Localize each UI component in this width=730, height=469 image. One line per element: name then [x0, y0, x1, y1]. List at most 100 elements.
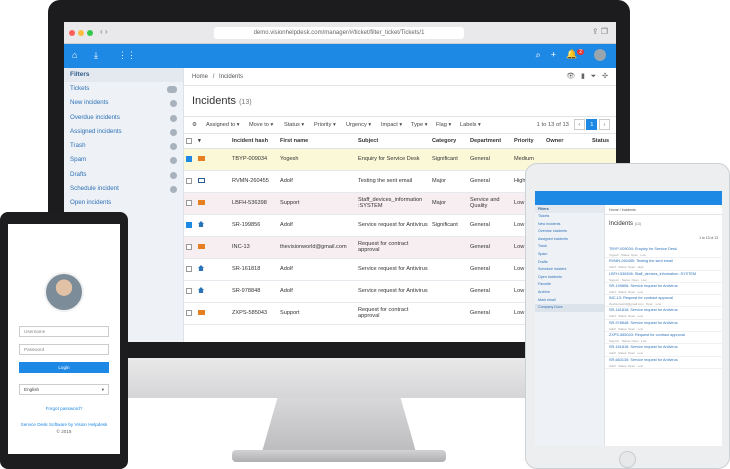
- incident-hash[interactable]: LBFH-536398: [230, 192, 278, 215]
- home-icon[interactable]: ⌂: [72, 50, 77, 60]
- incident-hash[interactable]: SR-161818: [230, 258, 278, 281]
- list-item[interactable]: ZXPS-585043: Request for contract approv…: [605, 332, 722, 345]
- tablet-sidebar-item[interactable]: Drafts: [535, 259, 604, 267]
- assigned-to-dropdown[interactable]: Assigned to ▾: [206, 122, 240, 128]
- user-avatar[interactable]: [594, 49, 606, 61]
- current-page-button[interactable]: 1: [586, 119, 598, 130]
- subject[interactable]: Service request for Antivirus: [356, 214, 430, 237]
- list-item[interactable]: INC-13: Request for contract approval the…: [605, 295, 722, 308]
- tablet-sidebar-item[interactable]: Mark email: [535, 297, 604, 305]
- subject[interactable]: Service request for Antivirus: [356, 258, 430, 281]
- row-checkbox[interactable]: [184, 302, 196, 325]
- sidebar-item-schedule-incident[interactable]: Schedule incident: [64, 182, 183, 196]
- incident-hash[interactable]: ZXPS-585043: [230, 302, 278, 325]
- impact-dropdown[interactable]: Impact ▾: [381, 122, 402, 128]
- move-to-dropdown[interactable]: Move to ▾: [249, 122, 273, 128]
- tablet-sidebar-item[interactable]: Overdue incidents: [535, 228, 604, 236]
- url-bar[interactable]: demo.visionhelpdesk.com/manager/#/ticket…: [214, 27, 464, 39]
- sort-icon[interactable]: ▾: [196, 134, 230, 149]
- list-item[interactable]: SR-161818: Service request for Antivirus…: [605, 344, 722, 357]
- tablet-sidebar-item[interactable]: Assigned incidents: [535, 236, 604, 244]
- sidebar-item-tickets[interactable]: Tickets: [64, 82, 183, 96]
- tablet-sidebar-item[interactable]: Trash: [535, 243, 604, 251]
- subject[interactable]: Request for contract approval: [356, 236, 430, 259]
- column-header[interactable]: First name: [278, 134, 356, 149]
- row-checkbox[interactable]: [184, 214, 196, 237]
- sidebar-item-overdue-incidents[interactable]: Overdue incidents: [64, 111, 183, 125]
- tablet-sidebar-item[interactable]: Company Docs: [535, 304, 604, 312]
- tablet-sidebar-item[interactable]: Open incidents: [535, 274, 604, 282]
- list-item[interactable]: LBFH-536398: Staff_devices_information :…: [605, 271, 722, 283]
- tablet-sidebar-item[interactable]: Schedule incident: [535, 266, 604, 274]
- language-select[interactable]: English ▾: [19, 384, 109, 395]
- column-header[interactable]: Priority: [512, 134, 544, 149]
- download-icon[interactable]: ⤓: [94, 50, 98, 61]
- subject[interactable]: Request for contract approval: [356, 302, 430, 325]
- row-checkbox[interactable]: [184, 236, 196, 259]
- subject[interactable]: Staff_devices_information :SYSTEM: [356, 192, 430, 215]
- minimize-window-button[interactable]: [78, 30, 84, 36]
- list-item[interactable]: SR-978848: Service request for Antivirus…: [605, 320, 722, 333]
- row-checkbox[interactable]: [184, 280, 196, 303]
- row-checkbox[interactable]: [184, 170, 196, 193]
- subject[interactable]: Enquiry for Service Desk: [356, 148, 430, 171]
- incident-hash[interactable]: SR-978848: [230, 280, 278, 303]
- grid-icon[interactable]: ⋮⋮: [118, 50, 136, 61]
- next-page-button[interactable]: ›: [599, 119, 610, 130]
- priority-dropdown[interactable]: Priority ▾: [314, 122, 336, 128]
- settings-icon[interactable]: ✣: [602, 73, 608, 80]
- column-header[interactable]: Department: [468, 134, 512, 149]
- sidebar-item-open-incidents[interactable]: Open incidents: [64, 196, 183, 210]
- breadcrumb-home-link[interactable]: Home: [192, 74, 208, 80]
- tablet-sidebar-item[interactable]: Archive: [535, 289, 604, 297]
- eye-icon[interactable]: 👁: [566, 73, 575, 80]
- settings-gear-icon[interactable]: ⚙: [192, 122, 197, 128]
- subject[interactable]: Testing the sent email: [356, 170, 430, 193]
- sidebar-item-new-incidents[interactable]: New incidents: [64, 96, 183, 110]
- sidebar-item-spam[interactable]: Spam: [64, 153, 183, 167]
- row-checkbox[interactable]: [184, 192, 196, 215]
- sidebar-item-drafts[interactable]: Drafts: [64, 168, 183, 182]
- sidebar-item-assigned-incidents[interactable]: Assigned incidents: [64, 125, 183, 139]
- incident-hash[interactable]: TBYP-009034: [230, 148, 278, 171]
- tablet-sidebar-item[interactable]: Favorite: [535, 281, 604, 289]
- tablet-sidebar-item[interactable]: New incidents: [535, 221, 604, 229]
- column-header[interactable]: Status: [590, 134, 616, 149]
- back-forward-icon[interactable]: ‹ ›: [100, 27, 126, 39]
- list-item[interactable]: RVMN-260455: Testing the sent email Adolf…: [605, 258, 722, 271]
- select-all-checkbox[interactable]: [184, 134, 196, 149]
- search-icon[interactable]: ⌕: [536, 49, 541, 59]
- list-item[interactable]: TBYP-009034: Enquiry for Service Desk Yog…: [605, 246, 722, 259]
- incident-hash[interactable]: RVMN-260455: [230, 170, 278, 193]
- password-field[interactable]: Password: [19, 344, 109, 355]
- incident-hash[interactable]: INC-13: [230, 236, 278, 259]
- maximize-window-button[interactable]: [87, 30, 93, 36]
- column-header[interactable]: Owner: [544, 134, 590, 149]
- column-header[interactable]: Subject: [356, 134, 430, 149]
- list-item[interactable]: SR-161818: Service request for Antivirus…: [605, 307, 722, 320]
- column-header[interactable]: Category: [430, 134, 468, 149]
- prev-page-button[interactable]: ‹: [573, 119, 585, 130]
- row-checkbox[interactable]: [184, 258, 196, 281]
- flag-dropdown[interactable]: Flag ▾: [436, 122, 451, 128]
- notification-icon[interactable]: 🔔 2: [566, 49, 584, 59]
- column-header[interactable]: Incident hash: [230, 134, 278, 149]
- list-item[interactable]: SR-199856: Service request for Antivirus…: [605, 283, 722, 296]
- close-window-button[interactable]: [69, 30, 75, 36]
- tablet-sidebar-item[interactable]: Spam: [535, 251, 604, 259]
- incident-hash[interactable]: SR-199856: [230, 214, 278, 237]
- filter-icon[interactable]: ⏷: [591, 73, 597, 80]
- add-icon[interactable]: +: [551, 49, 556, 59]
- login-button[interactable]: Login: [19, 362, 109, 373]
- row-checkbox[interactable]: [184, 148, 196, 171]
- subject[interactable]: Service request for Antivirus: [356, 280, 430, 303]
- forgot-password-link[interactable]: Forgot password?: [8, 406, 120, 411]
- tablet-sidebar-item[interactable]: Tickets: [535, 213, 604, 221]
- list-item[interactable]: SR-663135: Service request for Antivirus…: [605, 357, 722, 369]
- tablet-home-button[interactable]: [619, 451, 636, 468]
- username-field[interactable]: Username: [19, 326, 109, 337]
- type-dropdown[interactable]: Type ▾: [411, 122, 428, 128]
- status-dropdown[interactable]: Status ▾: [284, 122, 304, 128]
- sidebar-item-trash[interactable]: Trash: [64, 139, 183, 153]
- bookmark-icon[interactable]: ▮: [581, 73, 585, 80]
